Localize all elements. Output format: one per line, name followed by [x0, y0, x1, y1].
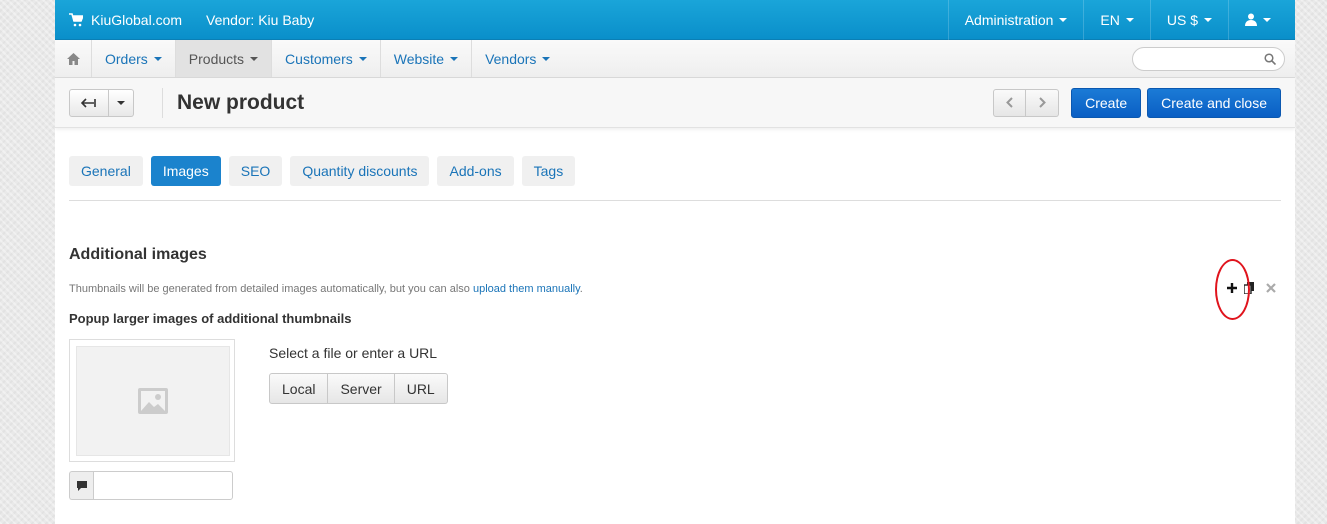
administration-menu[interactable]: Administration [947, 0, 1084, 40]
administration-label: Administration [964, 11, 1054, 28]
caret-down-icon [450, 56, 459, 61]
top-bar: KiuGlobal.com Vendor: Kiu Baby Administr… [55, 0, 1295, 40]
nav-orders-label: Orders [105, 50, 148, 67]
create-button[interactable]: Create [1071, 87, 1142, 118]
back-button[interactable] [69, 88, 109, 117]
nav-vendors[interactable]: Vendors [472, 40, 563, 77]
page: KiuGlobal.com Vendor: Kiu Baby Administr… [55, 0, 1295, 524]
caret-down-icon [1059, 17, 1068, 22]
prev-button[interactable] [993, 88, 1027, 117]
nav-website-label: Website [393, 50, 445, 67]
caret-down-icon [117, 100, 125, 105]
nav-customers-label: Customers [285, 50, 353, 67]
tab-tags[interactable]: Tags [521, 156, 576, 186]
back-button-group [69, 88, 134, 117]
tab-seo[interactable]: SEO [228, 156, 283, 186]
currency-menu[interactable]: US $ [1149, 0, 1228, 40]
user-menu[interactable] [1228, 0, 1295, 40]
tab-add-ons[interactable]: Add-ons [437, 156, 514, 186]
nav-website[interactable]: Website [381, 40, 473, 77]
close-icon[interactable] [1266, 283, 1276, 293]
nav-products[interactable]: Products [175, 40, 273, 77]
language-label: EN [1100, 11, 1120, 28]
currency-label: US $ [1166, 11, 1198, 28]
file-source-buttons: Local Server URL [269, 373, 448, 404]
tabs-divider [69, 200, 1281, 201]
chevron-left-icon [1006, 97, 1013, 108]
home-icon [66, 52, 80, 65]
tab-quantity-discounts[interactable]: Quantity discounts [290, 156, 430, 186]
image-placeholder [76, 346, 230, 456]
caret-down-icon [1204, 17, 1212, 22]
popup-option-label: Popup larger images of additional thumbn… [69, 311, 352, 326]
plus-icon[interactable] [1226, 282, 1238, 294]
search-input[interactable] [1143, 47, 1263, 70]
comment-icon [76, 481, 87, 491]
tab-images[interactable]: Images [150, 156, 221, 186]
home-button[interactable] [55, 40, 92, 77]
hint-end: . [579, 283, 583, 295]
section-title: Additional images [69, 246, 207, 263]
caret-down-icon [153, 56, 162, 61]
caret-down-icon [542, 56, 551, 61]
search-icon[interactable] [1264, 52, 1276, 65]
create-and-close-button[interactable]: Create and close [1147, 87, 1281, 118]
alt-text-row [69, 471, 233, 500]
file-select-label: Select a file or enter a URL [269, 345, 438, 361]
language-menu[interactable]: EN [1083, 0, 1149, 40]
page-title: New product [162, 87, 304, 118]
server-button[interactable]: Server [328, 373, 395, 404]
next-button[interactable] [1026, 88, 1060, 117]
nav-customers[interactable]: Customers [272, 40, 381, 77]
pager [993, 88, 1060, 117]
vendor-label[interactable]: Vendor: Kiu Baby [206, 12, 314, 28]
nav-vendors-label: Vendors [485, 50, 537, 67]
chevron-right-icon [1038, 97, 1046, 108]
caret-down-icon [358, 56, 367, 61]
upload-manually-link[interactable]: upload them manually [473, 283, 580, 295]
local-button[interactable]: Local [269, 373, 329, 404]
cart-icon [69, 12, 83, 26]
page-header: New product Create Create and close [55, 78, 1295, 128]
image-placeholder-icon [138, 388, 168, 414]
comment-icon-box [69, 471, 93, 500]
nav-orders[interactable]: Orders [92, 40, 176, 77]
clone-icon[interactable] [1244, 282, 1254, 294]
image-actions [1226, 282, 1276, 294]
main-nav: Orders Products Customers Website Vendor… [55, 40, 1295, 78]
tab-general[interactable]: General [69, 156, 143, 186]
caret-down-icon [1125, 17, 1134, 22]
back-arrow-icon [81, 97, 96, 108]
store-link[interactable]: KiuGlobal.com [55, 12, 182, 28]
search-box [1132, 46, 1285, 71]
alt-text-input[interactable] [93, 471, 233, 500]
caret-down-icon [250, 56, 259, 61]
back-dropdown-button[interactable] [109, 88, 134, 117]
hint-text: Thumbnails will be generated from detail… [69, 283, 470, 295]
brand-label: KiuGlobal.com [91, 11, 183, 28]
caret-down-icon [1263, 17, 1271, 22]
thumbnail-hint: Thumbnails will be generated from detail… [69, 283, 583, 295]
image-preview [69, 339, 235, 462]
tab-bar: General Images SEO Quantity discounts Ad… [69, 156, 583, 186]
user-icon [1245, 13, 1257, 26]
nav-products-label: Products [188, 50, 245, 67]
url-button[interactable]: URL [394, 373, 448, 404]
